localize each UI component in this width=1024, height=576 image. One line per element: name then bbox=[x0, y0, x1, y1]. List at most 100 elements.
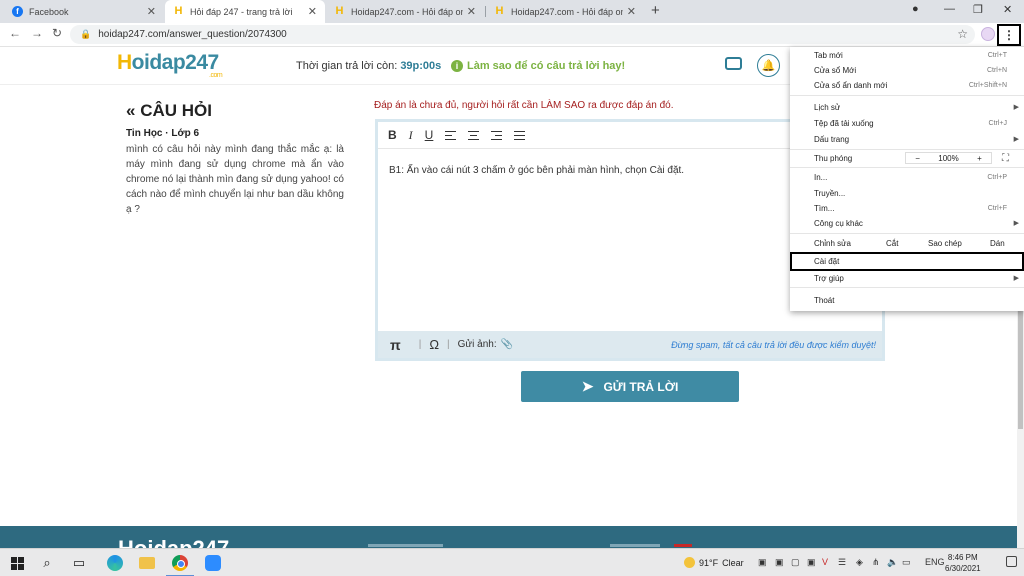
timer-label: Thời gian trả lời còn: bbox=[296, 60, 398, 72]
menu-item-zoom: Thu phóng − 100% + ⛶ bbox=[790, 151, 1024, 165]
chrome-taskbar-icon[interactable] bbox=[171, 554, 189, 572]
attach-icon[interactable]: 📎 bbox=[501, 339, 513, 350]
copy-button[interactable]: Sao chép bbox=[928, 239, 962, 248]
editor-footer: π | Ω | Gửi ảnh: 📎 Đừng spam, tất cả câu… bbox=[378, 331, 882, 358]
tray-app-icon[interactable]: ▣ bbox=[807, 557, 816, 568]
question-heading: « CÂU HỎI bbox=[126, 101, 212, 120]
language-indicator[interactable]: ENG bbox=[925, 557, 945, 567]
menu-item-cast[interactable]: Truyền... bbox=[790, 186, 1024, 200]
bell-icon[interactable]: 🔔 bbox=[757, 54, 780, 77]
vietkey-icon[interactable]: V bbox=[822, 557, 828, 567]
power-icon[interactable]: ▭ bbox=[902, 557, 911, 568]
tray-app-icon[interactable]: ▣ bbox=[758, 557, 767, 568]
close-icon[interactable]: ✕ bbox=[147, 5, 156, 18]
menu-item-label: Truyền... bbox=[814, 188, 846, 198]
submit-answer-button[interactable]: ➤ GỬI TRẢ LỜI bbox=[521, 371, 739, 402]
zoom-app-icon[interactable] bbox=[204, 554, 222, 572]
profile-avatar[interactable] bbox=[981, 27, 995, 41]
align-center-icon[interactable] bbox=[468, 130, 480, 140]
align-justify-icon[interactable] bbox=[514, 130, 526, 140]
menu-item-new-window[interactable]: Cửa sổ Mới Ctrl+N bbox=[790, 63, 1024, 77]
menu-item-incognito[interactable]: Cửa sổ ẩn danh mới Ctrl+Shift+N bbox=[790, 78, 1024, 92]
menu-item-label: Tab mới bbox=[814, 50, 843, 60]
search-icon[interactable]: ⌕ bbox=[38, 554, 56, 572]
chevron-right-icon: ▶ bbox=[1013, 104, 1019, 111]
site-logo[interactable]: Hoidap247 .com bbox=[117, 51, 223, 79]
tab-hoidap-online-1[interactable]: H Hoidap247.com - Hỏi đáp online ✕ bbox=[326, 0, 484, 23]
menu-item-label: Trợ giúp bbox=[814, 273, 844, 283]
logo-text: oidap247 bbox=[131, 51, 220, 74]
menu-item-settings[interactable]: Cài đặt bbox=[790, 252, 1024, 271]
menu-item-label: In... bbox=[814, 172, 828, 182]
address-bar[interactable]: 🔒 hoidap247.com/answer_question/2074300 … bbox=[70, 25, 975, 44]
tab-hoidap-online-2[interactable]: H Hoidap247.com - Hỏi đáp online ✕ bbox=[486, 0, 644, 23]
edge-icon[interactable] bbox=[106, 554, 124, 572]
divider: | bbox=[447, 339, 450, 350]
menu-item-help[interactable]: Trợ giúp ▶ bbox=[790, 271, 1024, 285]
menu-item-history[interactable]: Lịch sử ▶ bbox=[790, 100, 1024, 114]
close-window-icon[interactable]: ✕ bbox=[1003, 3, 1012, 16]
clock-date: 6/30/2021 bbox=[945, 564, 981, 573]
bold-button[interactable]: B bbox=[388, 128, 397, 142]
close-icon[interactable]: ✕ bbox=[627, 5, 636, 18]
minimize-icon[interactable]: — bbox=[944, 3, 955, 15]
italic-button[interactable]: I bbox=[409, 128, 413, 143]
star-icon[interactable]: ☆ bbox=[957, 27, 968, 41]
underline-button[interactable]: U bbox=[425, 128, 434, 142]
network-icon[interactable]: ⋔ bbox=[872, 557, 880, 568]
start-button[interactable] bbox=[8, 554, 26, 572]
cut-button[interactable]: Cắt bbox=[886, 239, 898, 248]
menu-item-edit: Chỉnh sửa Cắt Sao chép Dán bbox=[790, 236, 1024, 250]
menu-item-label: Tệp đã tải xuống bbox=[814, 118, 874, 128]
menu-item-find[interactable]: Tìm... Ctrl+F bbox=[790, 201, 1024, 215]
menu-item-downloads[interactable]: Tệp đã tải xuống Ctrl+J bbox=[790, 116, 1024, 130]
back-icon[interactable]: ← bbox=[9, 26, 21, 40]
menu-item-exit[interactable]: Thoát bbox=[790, 293, 1024, 307]
file-explorer-icon[interactable] bbox=[138, 554, 156, 572]
special-chars-icon[interactable]: Ω bbox=[429, 337, 439, 352]
system-clock[interactable]: 8:46 PM 6/30/2021 bbox=[945, 552, 981, 574]
menu-item-new-tab[interactable]: Tab mới Ctrl+T bbox=[790, 48, 1024, 62]
menu-item-print[interactable]: In... Ctrl+P bbox=[790, 170, 1024, 184]
align-left-icon[interactable] bbox=[445, 130, 457, 140]
answer-text[interactable]: B1: Ấn vào cái nút 3 chấm ở góc bên phải… bbox=[389, 165, 684, 176]
task-view-icon[interactable]: ▭ bbox=[70, 554, 88, 572]
hoidap-icon: H bbox=[335, 5, 344, 17]
windows-taskbar: ⌕ ▭ 91°F Clear ▣ ▣ ▢ ▣ V ☰ ◈ ⋔ 🔈 ▭ ENG 8… bbox=[0, 548, 1024, 576]
menu-separator bbox=[790, 149, 1024, 150]
tab-hoidap-answer[interactable]: H Hỏi đáp 247 - trang trả lời ✕ bbox=[165, 0, 325, 23]
youtube-icon[interactable] bbox=[674, 544, 692, 547]
nvidia-icon[interactable]: ▣ bbox=[775, 557, 784, 568]
logo-domain: .com bbox=[209, 72, 223, 79]
align-right-icon[interactable] bbox=[491, 130, 503, 140]
restore-icon[interactable]: ❐ bbox=[973, 3, 983, 16]
tab-facebook[interactable]: f Facebook ✕ bbox=[4, 0, 164, 23]
tray-app-icon[interactable]: ◈ bbox=[856, 557, 863, 568]
good-answer-tip-link[interactable]: i Làm sao để có câu trả lời hay! bbox=[451, 60, 625, 72]
weather-widget[interactable]: 91°F Clear bbox=[684, 557, 744, 568]
close-icon[interactable]: ✕ bbox=[308, 5, 317, 18]
forward-icon[interactable]: → bbox=[31, 26, 43, 40]
zoom-in-button[interactable]: + bbox=[977, 154, 982, 163]
reload-icon[interactable]: ↻ bbox=[52, 26, 62, 40]
chevron-right-icon: ▶ bbox=[1013, 275, 1019, 282]
speech-icon[interactable]: ☰ bbox=[838, 557, 846, 568]
chat-icon[interactable] bbox=[725, 57, 742, 70]
send-icon: ➤ bbox=[581, 378, 594, 394]
new-tab-icon[interactable]: + bbox=[651, 2, 660, 19]
chrome-menu-button[interactable]: ⋮ bbox=[997, 24, 1021, 46]
submit-label: GỬI TRẢ LỜI bbox=[603, 379, 679, 394]
math-formula-icon[interactable]: π bbox=[390, 337, 401, 353]
paste-button[interactable]: Dán bbox=[990, 239, 1005, 248]
notification-icon[interactable] bbox=[1006, 556, 1017, 567]
tab-search-icon[interactable]: ● bbox=[912, 3, 919, 15]
fullscreen-icon[interactable]: ⛶ bbox=[1002, 153, 1009, 164]
volume-icon[interactable]: 🔈 bbox=[887, 557, 898, 568]
menu-item-label: Thu phóng bbox=[814, 153, 853, 163]
menu-item-bookmarks[interactable]: Dấu trang ▶ bbox=[790, 132, 1024, 146]
menu-item-more-tools[interactable]: Công cụ khác ▶ bbox=[790, 216, 1024, 230]
zoom-out-button[interactable]: − bbox=[915, 154, 920, 163]
site-footer: Hoidap247 bbox=[0, 526, 1024, 548]
tray-app-icon[interactable]: ▢ bbox=[791, 557, 800, 568]
close-icon[interactable]: ✕ bbox=[467, 5, 476, 18]
